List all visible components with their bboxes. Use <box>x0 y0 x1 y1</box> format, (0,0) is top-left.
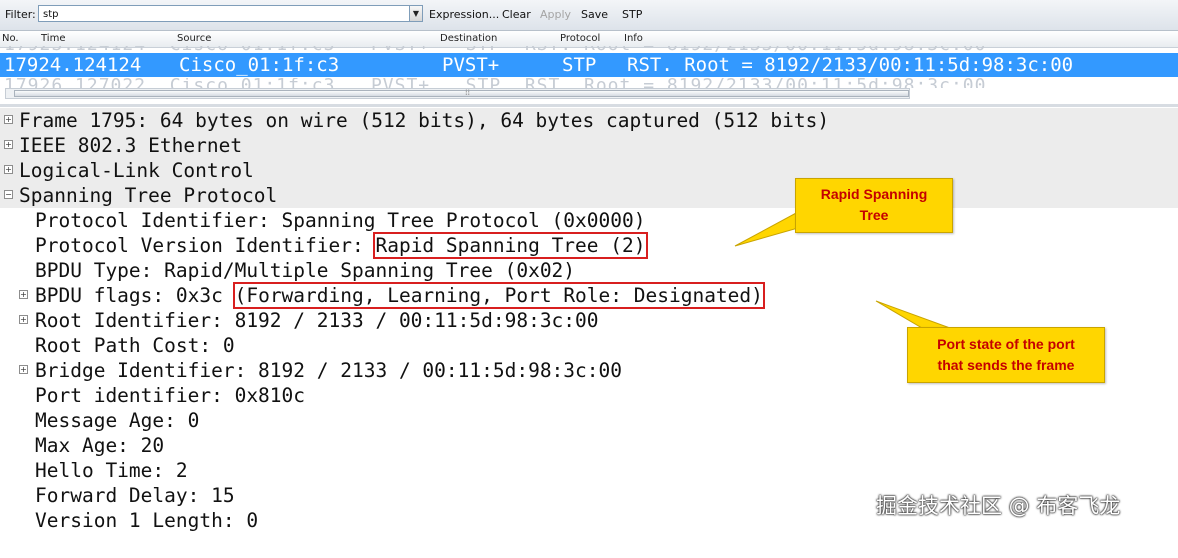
callout-arrows <box>734 211 951 329</box>
callout-rapid-spanning-tree: Rapid Spanning Tree <box>795 178 953 233</box>
callout-port-state: Port state of the port that sends the fr… <box>907 327 1105 383</box>
rapid-callout-arrow <box>734 211 799 247</box>
watermark: 掘金技术社区 @ 布客飞龙 <box>876 494 1121 518</box>
port-callout-arrow <box>875 300 951 329</box>
